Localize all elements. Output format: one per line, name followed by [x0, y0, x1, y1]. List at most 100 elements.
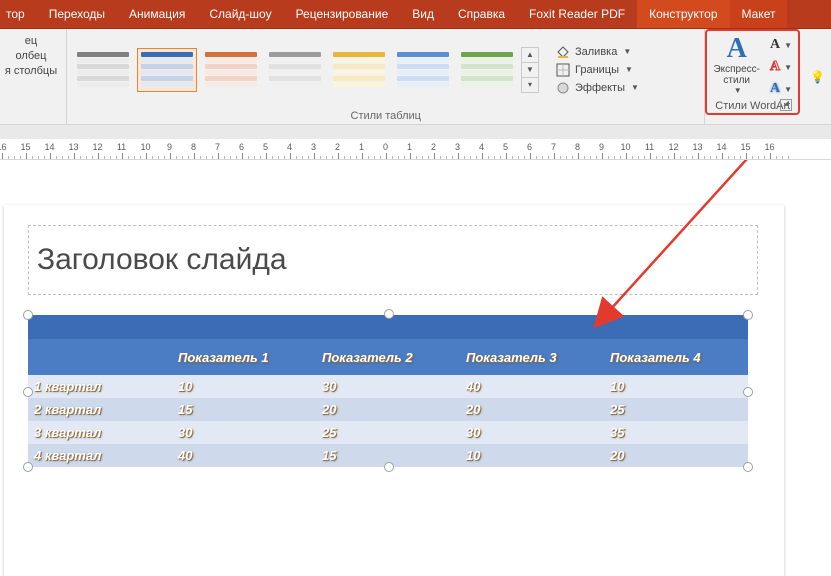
wordart-quick-styles-button[interactable]: A Экспресс- стили ▼	[709, 33, 764, 97]
cell-value: 35	[610, 425, 624, 440]
cell-value: 40	[466, 379, 480, 394]
table-col-header[interactable]: Показатель 1	[172, 339, 316, 375]
header-text: Показатель 1	[178, 350, 269, 365]
effects-icon	[555, 80, 571, 96]
dialog-launcher-icon[interactable]: ◢	[780, 99, 792, 111]
fill-border-effects: Заливка▼ Границы▼ Эффекты▼	[547, 42, 647, 98]
chevron-down-icon: ▼	[734, 86, 742, 95]
ribbon-tabbar: тор Переходы Анимация Слайд-шоу Рецензир…	[0, 0, 831, 29]
tab-slideshow[interactable]: Слайд-шоу	[197, 0, 283, 28]
tab-animations[interactable]: Анимация	[117, 0, 197, 28]
table-cell[interactable]: 35	[604, 421, 748, 444]
effects-label: Эффекты	[575, 82, 625, 94]
tab-table-layout[interactable]: Макет	[730, 0, 788, 28]
text-outline-button[interactable]: A▼	[766, 57, 796, 77]
table-styles-gallery[interactable]: ▲▼▾	[73, 47, 539, 93]
group-table-options: ец олбец я столбцы	[0, 29, 67, 124]
shading-label: Заливка	[575, 46, 617, 58]
slide-table[interactable]: Показатель 1 Показатель 2Показатель 3 Пока…	[28, 315, 748, 467]
cell-value: 30	[178, 425, 192, 440]
table-style-thumb[interactable]	[73, 48, 133, 92]
effects-button[interactable]: Эффекты▼	[555, 80, 639, 96]
tab-help[interactable]: Справка	[446, 0, 517, 28]
text-effects-icon: A	[770, 81, 780, 97]
table-corner-header[interactable]	[28, 339, 172, 375]
table-col-header[interactable]: Показатель 2	[316, 339, 460, 375]
row-label: 2 квартал	[34, 402, 101, 417]
tab-transitions[interactable]: Переходы	[37, 0, 117, 28]
cell-value: 20	[610, 448, 624, 463]
table-cell[interactable]: 20	[316, 398, 460, 421]
table-cell[interactable]: 10	[460, 444, 604, 467]
wordart-quick-styles-label: Экспресс- стили	[713, 64, 760, 86]
resize-handle-se[interactable]	[743, 462, 753, 472]
cell-value: 30	[322, 379, 336, 394]
resize-handle-e[interactable]	[743, 387, 753, 397]
borders-button[interactable]: Границы▼	[555, 62, 639, 78]
slide-stage: Заголовок слайда Показатель 1Показатель …	[0, 160, 831, 576]
table-row-header[interactable]: 3 квартал	[28, 421, 172, 444]
table-cell[interactable]: 15	[172, 398, 316, 421]
table-cell[interactable]: 40	[460, 375, 604, 398]
cell-value: 10	[610, 379, 624, 394]
table-row-header[interactable]: 4 квартал	[28, 444, 172, 467]
tab-view[interactable]: Вид	[400, 0, 446, 28]
resize-handle-s[interactable]	[384, 462, 394, 472]
table-cell[interactable]: 10	[604, 375, 748, 398]
resize-handle-nw[interactable]	[23, 310, 33, 320]
table-object[interactable]: Показатель 1 Показатель 2Показатель 3 Пока…	[28, 315, 748, 467]
row-label: 3 квартал	[34, 425, 101, 440]
opt-frag-1: ец	[25, 35, 37, 47]
table-style-thumb[interactable]	[201, 48, 261, 92]
group-wordart-styles: A Экспресс- стили ▼ A▼ A▼ A▼ Стили WordA…	[705, 29, 804, 124]
resize-handle-sw[interactable]	[23, 462, 33, 472]
tab-table-design[interactable]: Конструктор	[637, 0, 729, 28]
table-cell[interactable]: 40	[172, 444, 316, 467]
table-cell[interactable]: 25	[604, 398, 748, 421]
table-col-header[interactable]: Показатель 3	[460, 339, 604, 375]
table-style-thumb[interactable]	[457, 48, 517, 92]
tab-partial[interactable]: тор	[0, 0, 37, 28]
opt-frag-3: я столбцы	[5, 65, 57, 77]
table-cell[interactable]: 20	[604, 444, 748, 467]
slide[interactable]: Заголовок слайда Показатель 1Показатель …	[4, 205, 784, 576]
tell-me-bulb[interactable]: 💡	[804, 29, 831, 124]
chevron-down-icon: ▼	[625, 65, 633, 74]
gallery-more-button[interactable]: ▲▼▾	[521, 47, 539, 93]
grey-separator	[0, 125, 831, 139]
table-style-thumb[interactable]	[393, 48, 453, 92]
header-text: Показатель 4	[610, 350, 701, 365]
resize-handle-ne[interactable]	[743, 310, 753, 320]
table-cell[interactable]: 30	[172, 421, 316, 444]
lightbulb-icon: 💡	[810, 70, 825, 84]
chevron-down-icon: ▼	[784, 41, 792, 50]
tab-foxit[interactable]: Foxit Reader PDF	[517, 0, 637, 28]
cell-value: 20	[466, 402, 480, 417]
horizontal-ruler[interactable]: 1615141312111098765432101234567891011121…	[0, 139, 831, 160]
wordart-group-label: Стили WordArt ◢	[709, 99, 796, 113]
resize-handle-n[interactable]	[384, 309, 394, 319]
tab-review[interactable]: Рецензирование	[284, 0, 401, 28]
table-row-header[interactable]: 1 квартал	[28, 375, 172, 398]
table-style-thumb[interactable]	[329, 48, 389, 92]
opt-frag-2: олбец	[16, 50, 47, 62]
cell-value: 15	[178, 402, 192, 417]
table-style-thumb[interactable]	[137, 48, 197, 92]
paint-bucket-icon	[555, 44, 571, 60]
table-style-thumb[interactable]	[265, 48, 325, 92]
shading-button[interactable]: Заливка ▼	[555, 44, 639, 60]
table-cell[interactable]: 10	[172, 375, 316, 398]
table-row-header[interactable]: 2 квартал	[28, 398, 172, 421]
table-cell[interactable]: 30	[316, 375, 460, 398]
resize-handle-w[interactable]	[23, 387, 33, 397]
chevron-down-icon: ▼	[623, 47, 631, 56]
cell-value: 25	[610, 402, 624, 417]
title-placeholder[interactable]: Заголовок слайда	[28, 225, 758, 295]
table-cell[interactable]: 25	[316, 421, 460, 444]
text-fill-button[interactable]: A▼	[766, 35, 796, 55]
table-col-header[interactable]: Показатель 4	[604, 339, 748, 375]
table-cell[interactable]: 30	[460, 421, 604, 444]
text-effects-button[interactable]: A▼	[766, 79, 796, 99]
table-cell[interactable]: 20	[460, 398, 604, 421]
text-fill-icon: A	[770, 37, 780, 53]
